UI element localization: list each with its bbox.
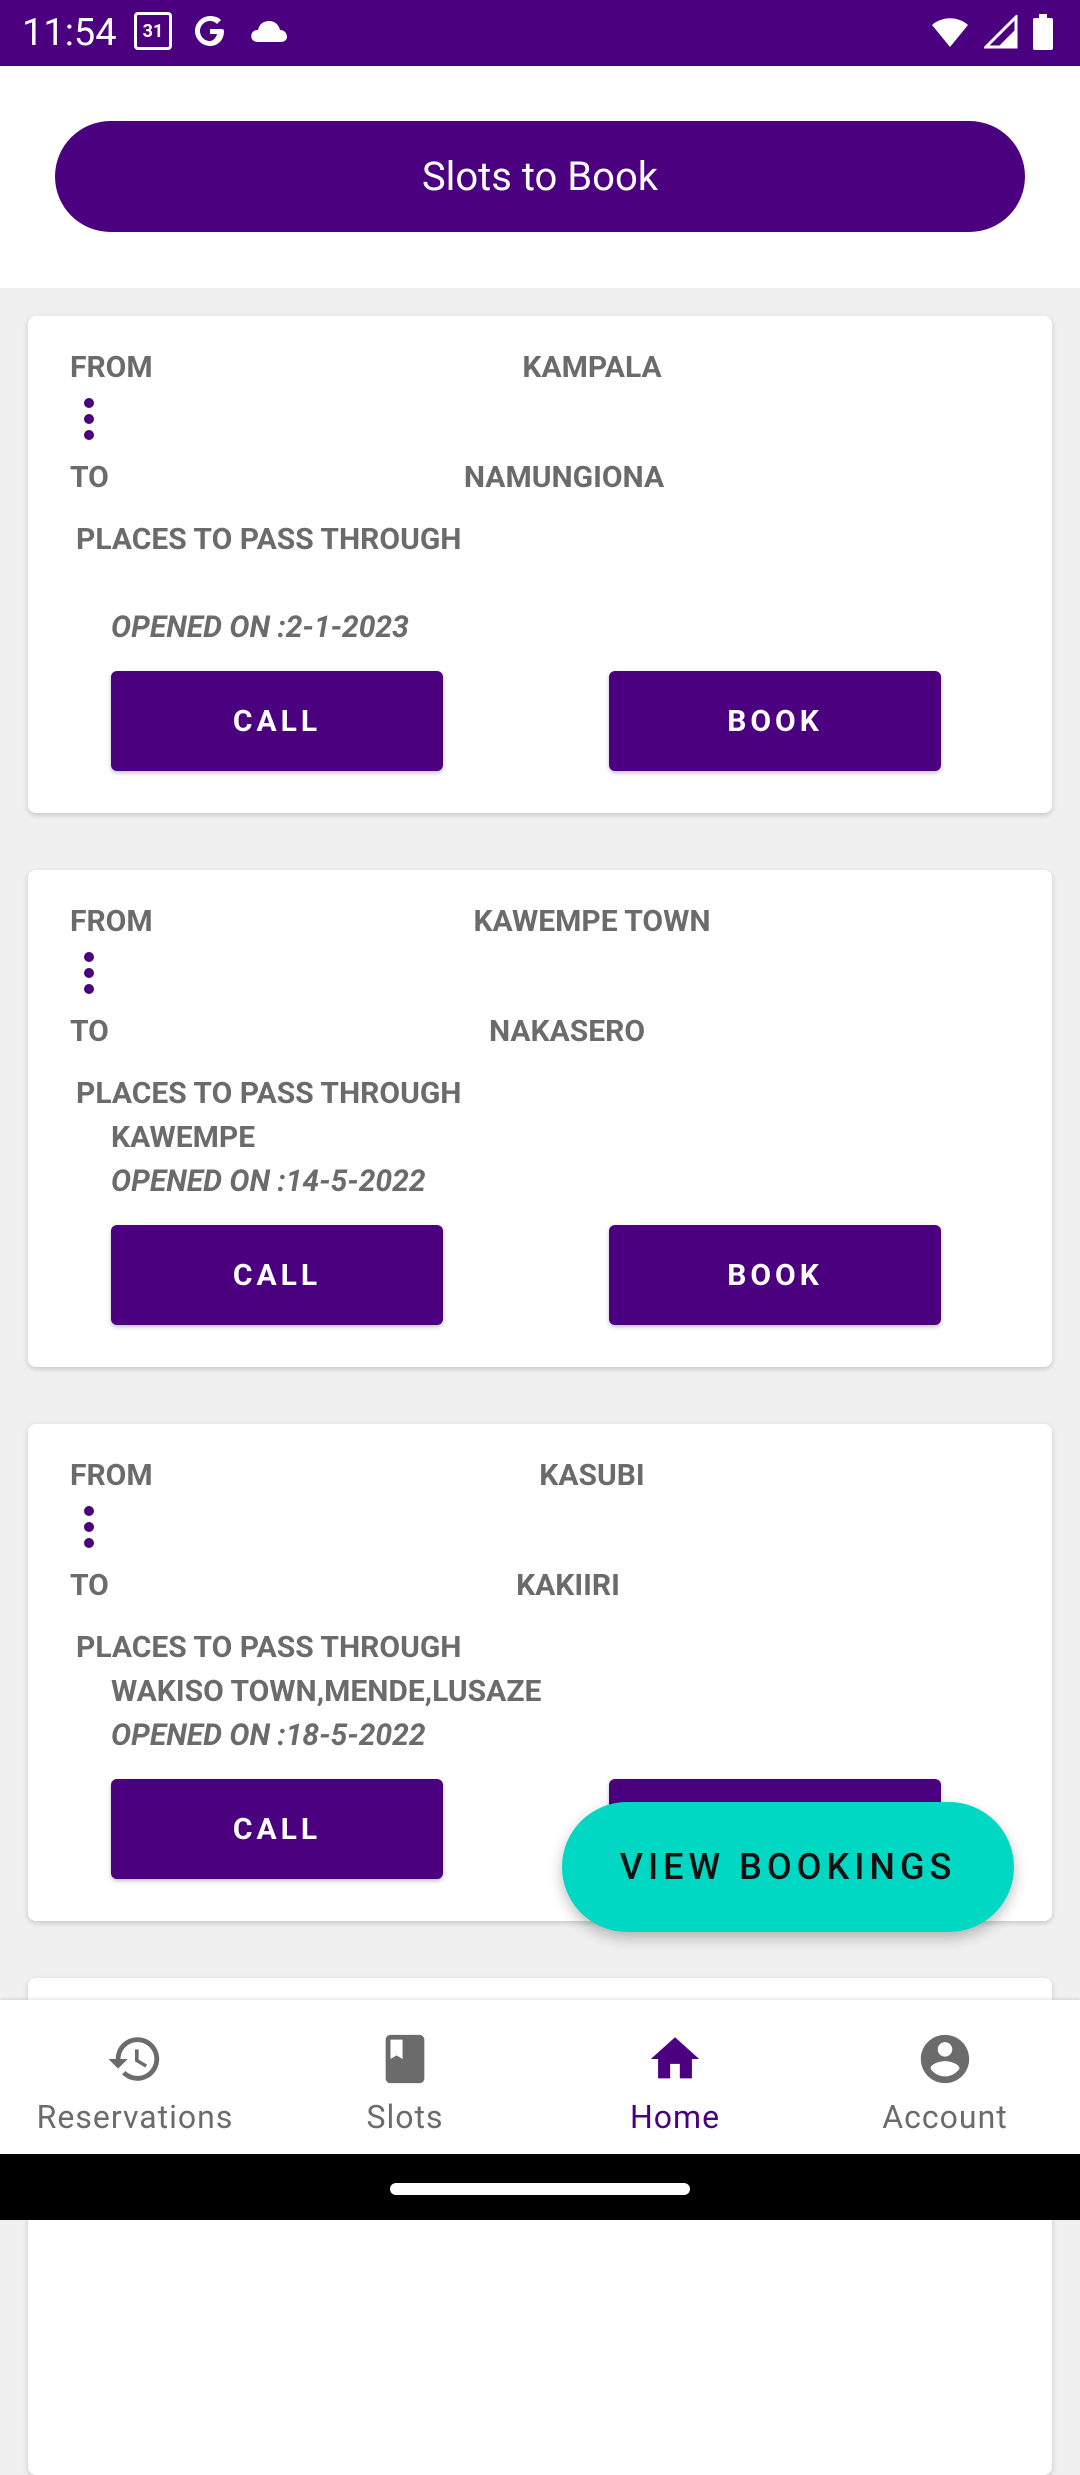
- to-value: NAMUNGIONA: [463, 460, 665, 495]
- slot-card: FROM KAWEMPE TOWN TO NAKASERO PLACES TO …: [28, 870, 1052, 1367]
- account-circle-icon: [920, 2034, 970, 2084]
- places-label: PLACES TO PASS THROUGH: [76, 1076, 462, 1111]
- status-bar: 11:54 31: [0, 0, 1080, 66]
- nav-item-home[interactable]: Home: [540, 2000, 810, 2154]
- slots-to-book-button[interactable]: Slots to Book: [55, 121, 1025, 232]
- nav-item-account[interactable]: Account: [810, 2000, 1080, 2154]
- nav-item-reservations[interactable]: Reservations: [0, 2000, 270, 2154]
- from-value: KAMPALA: [522, 350, 662, 385]
- from-label: FROM: [70, 904, 153, 939]
- nav-label-home: Home: [629, 2098, 721, 2136]
- opened-date: OPENED ON :14-5-2022: [111, 1164, 426, 1199]
- book-icon: [385, 2034, 425, 2084]
- cloud-icon: [251, 21, 287, 42]
- slot-card: FROM KAMPALA TO NAMUNGIONA PLACES TO PAS…: [28, 316, 1052, 813]
- home-gesture-handle[interactable]: [390, 2183, 690, 2195]
- opened-date: OPENED ON :2-1-2023: [111, 610, 409, 645]
- status-system-icons: [930, 14, 1054, 50]
- to-label: TO: [70, 1014, 109, 1049]
- route-dots-icon: [84, 398, 96, 444]
- to-label: TO: [70, 460, 109, 495]
- from-value: KAWEMPE TOWN: [473, 904, 711, 939]
- from-label: FROM: [70, 350, 153, 385]
- battery-icon: [1033, 14, 1053, 50]
- status-notification-icons: 31: [134, 12, 288, 50]
- to-value: NAKASERO: [488, 1014, 646, 1049]
- calendar-day: 31: [142, 20, 164, 42]
- calendar-icon: 31: [134, 12, 172, 50]
- book-button[interactable]: BOOK: [609, 1225, 941, 1325]
- system-gesture-bar: [0, 2154, 1080, 2220]
- from-label: FROM: [70, 1458, 153, 1493]
- status-time: 11:54: [22, 11, 117, 55]
- google-icon: [195, 16, 224, 46]
- call-button[interactable]: CALL: [111, 1779, 443, 1879]
- bottom-navigation: Reservations Slots Home Account: [0, 2000, 1080, 2154]
- nav-label-account: Account: [882, 2098, 1008, 2136]
- places-value: KAWEMPE: [111, 1120, 256, 1155]
- nav-label-reservations: Reservations: [36, 2098, 234, 2136]
- history-icon: [108, 2037, 160, 2081]
- places-label: PLACES TO PASS THROUGH: [76, 1630, 462, 1665]
- book-button[interactable]: BOOK: [609, 671, 941, 771]
- route-dots-icon: [84, 1506, 96, 1552]
- home-icon: [650, 2037, 700, 2079]
- places-label: PLACES TO PASS THROUGH: [76, 522, 462, 557]
- route-dots-icon: [84, 952, 96, 998]
- view-bookings-button[interactable]: VIEW BOOKINGS: [562, 1802, 1014, 1932]
- call-button[interactable]: CALL: [111, 671, 443, 771]
- to-label: TO: [70, 1568, 109, 1603]
- nav-item-slots[interactable]: Slots: [270, 2000, 540, 2154]
- to-value: KAKIIRI: [516, 1568, 620, 1603]
- header: Slots to Book: [0, 66, 1080, 288]
- from-value: KASUBI: [539, 1458, 645, 1493]
- wifi-icon: [932, 18, 968, 47]
- nav-label-slots: Slots: [366, 2098, 444, 2136]
- call-button[interactable]: CALL: [111, 1225, 443, 1325]
- opened-date: OPENED ON :18-5-2022: [111, 1718, 426, 1753]
- places-value: WAKISO TOWN,MENDE,LUSAZE: [111, 1674, 542, 1709]
- signal-icon: [984, 15, 1018, 49]
